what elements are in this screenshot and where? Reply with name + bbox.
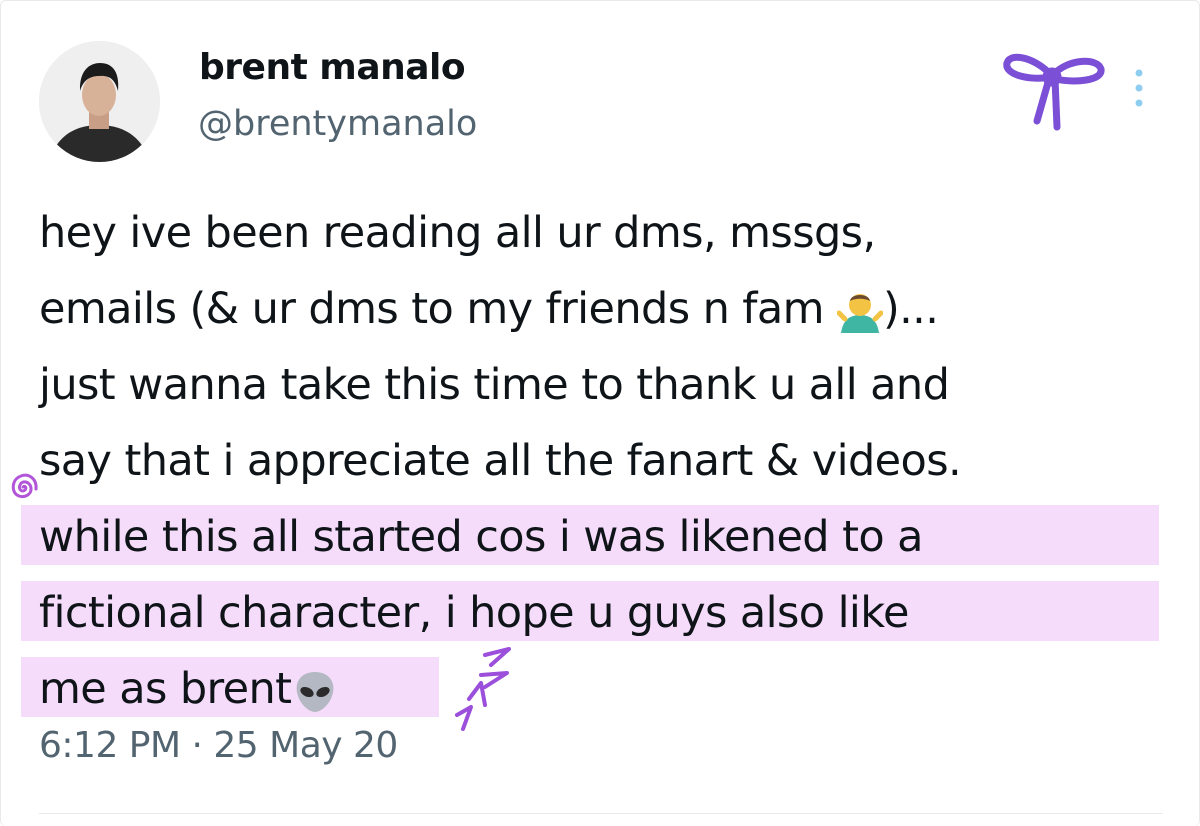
tweet-line-highlighted: while this all started cos i was likened…: [21, 499, 1169, 575]
person-shrugging-icon: [836, 293, 883, 333]
more-options-icon[interactable]: [1119, 61, 1159, 117]
tweet-line-text: emails (& ur dms to my friends n fam: [39, 284, 837, 334]
alien-icon: [297, 671, 334, 712]
tweet-line-highlighted: fictional character, i hope u guys also …: [21, 575, 1169, 651]
tweet-line-highlighted: me as brent: [21, 651, 1169, 727]
tweet-line-text: say that i appreciate all the fanart & v…: [39, 436, 962, 486]
tweet-line: emails (& ur dms to my friends n fam )..…: [39, 271, 1169, 347]
tweet-line: say that i appreciate all the fanart & v…: [39, 423, 1169, 499]
tweet-line: just wanna take this time to thank u all…: [39, 347, 1169, 423]
spiral-sticker-icon: [11, 473, 38, 499]
author-handle[interactable]: @brentymanalo: [198, 104, 477, 144]
tweet-card: brent manalo @brentymanalo hey ive been …: [0, 0, 1200, 826]
avatar[interactable]: [39, 41, 160, 162]
tweet-line: hey ive been reading all ur dms, mssgs,: [39, 195, 1169, 271]
tweet-line-text: fictional character, i hope u guys also …: [39, 588, 909, 638]
tweet-line-text: )...: [882, 284, 939, 334]
avatar-photo: [39, 41, 160, 162]
tweet-timestamp[interactable]: 6:12 PM · 25 May 20: [39, 725, 398, 766]
tweet-line-text: me as brent: [39, 664, 292, 714]
tweet-line-text: while this all started cos i was likened…: [39, 512, 923, 562]
tweet-text: hey ive been reading all ur dms, mssgs, …: [21, 195, 1169, 727]
tweet-line-text: just wanna take this time to thank u all…: [39, 360, 950, 410]
bow-sticker-icon: [1003, 53, 1105, 131]
author-display-name[interactable]: brent manalo: [199, 47, 466, 88]
sparkle-lines-sticker-icon: [455, 647, 511, 731]
divider: [39, 813, 1163, 814]
tweet-line-text: hey ive been reading all ur dms, mssgs,: [39, 208, 876, 258]
